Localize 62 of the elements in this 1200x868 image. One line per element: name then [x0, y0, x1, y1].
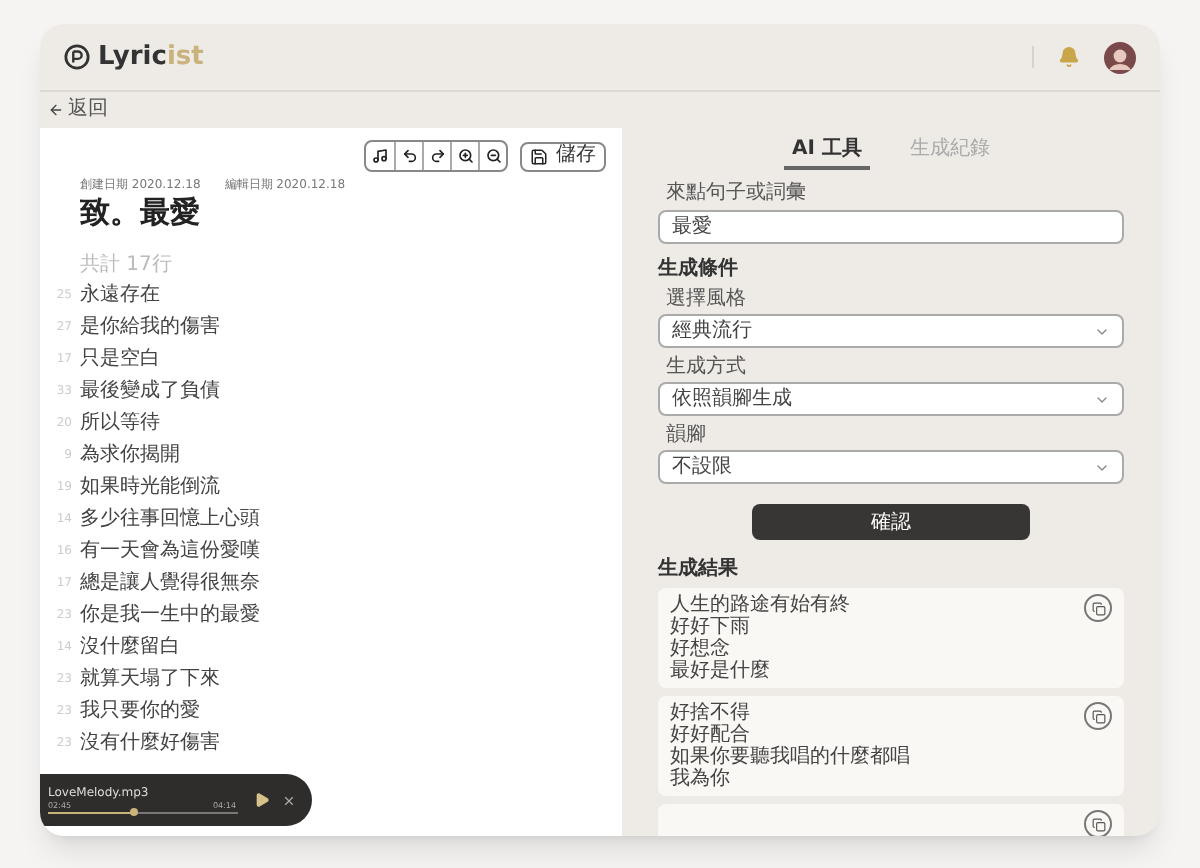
lyric-line: 是你給我的傷害 — [80, 317, 220, 338]
lyric-line: 我只要你的愛 — [80, 701, 200, 722]
lyric-line: 沒什麼留白 — [80, 637, 180, 658]
result-line: 好好下雨 — [670, 616, 752, 638]
logo-text: Lyricist — [98, 39, 204, 76]
zoom-out-button[interactable] — [478, 142, 506, 170]
music-note-icon — [372, 148, 388, 164]
result-line: 好想念 — [670, 638, 732, 660]
section-heading: 生成結果 — [658, 560, 740, 580]
undo-icon — [401, 148, 417, 164]
lyric-line: 如果時光能倒流 — [80, 477, 220, 498]
copy-icon — [1091, 709, 1105, 723]
result-line: 我為你 — [670, 768, 732, 790]
result-line: 最好是什麼 — [670, 660, 772, 682]
undo-button[interactable] — [394, 142, 422, 170]
line-count: 共計 17行 — [78, 255, 174, 276]
redo-button[interactable] — [422, 142, 450, 170]
close-icon[interactable] — [282, 793, 296, 807]
field-label: 韻腳 — [666, 426, 708, 446]
result-line: 如果你要聽我唱的什麼都唱 — [670, 746, 912, 768]
zoom-in-icon — [457, 148, 473, 164]
lyric-line: 最後變成了負債 — [80, 381, 220, 402]
lyric-line: 多少往事回憶上心頭 — [80, 509, 260, 530]
lyric-line: 為求你揭開 — [80, 445, 180, 466]
save-button[interactable]: 儲存 — [520, 141, 606, 171]
copy-button[interactable] — [1084, 594, 1112, 622]
back-arrow-icon[interactable] — [48, 102, 64, 118]
copy-button[interactable] — [1084, 702, 1112, 730]
lyric-line: 永遠存在 — [80, 285, 160, 306]
progress-handle[interactable] — [129, 808, 138, 816]
redo-icon — [429, 148, 445, 164]
field-label: 生成方式 — [666, 358, 748, 378]
back-link[interactable]: 返回 — [68, 100, 108, 120]
result-line: 好好配合 — [670, 724, 752, 746]
field-label: 來點句子或詞彙 — [666, 184, 808, 204]
select-field[interactable]: 依照韻腳生成 — [658, 382, 1124, 416]
lyric-line: 有一天會為這份愛嘆 — [80, 541, 260, 562]
result-line: 好捨不得 — [670, 702, 752, 724]
avatar[interactable] — [1104, 41, 1136, 73]
lyric-line: 沒有什麼好傷害 — [80, 733, 220, 754]
copy-button[interactable] — [1084, 810, 1112, 836]
zoom-in-button[interactable] — [450, 142, 478, 170]
save-icon — [530, 147, 548, 165]
logo-icon — [64, 44, 90, 70]
lyric-line: 所以等待 — [80, 413, 160, 434]
lyric-title: 致。最愛 — [78, 194, 202, 232]
lyric-line: 你是我一生中的最愛 — [80, 605, 260, 626]
select-field[interactable]: 不設限 — [658, 450, 1124, 484]
lyric-line: 總是讓人覺得很無奈 — [80, 573, 260, 594]
prompt-field[interactable]: 最愛 — [658, 210, 1124, 244]
result-line: 人生的路途有始有終 — [670, 594, 852, 616]
tab[interactable]: AI 工具 — [784, 140, 870, 170]
lyric-line: 只是空白 — [80, 349, 160, 370]
copy-icon — [1091, 601, 1105, 615]
confirm-button[interactable]: 確認 — [752, 504, 1030, 540]
section-heading: 生成條件 — [658, 260, 740, 280]
copy-icon — [1091, 817, 1105, 831]
zoom-out-icon — [485, 148, 501, 164]
select-field[interactable]: 經典流行 — [658, 314, 1124, 348]
lyric-line: 就算天塌了下來 — [80, 669, 220, 690]
play-icon[interactable] — [254, 792, 270, 808]
field-label: 選擇風格 — [666, 290, 748, 310]
